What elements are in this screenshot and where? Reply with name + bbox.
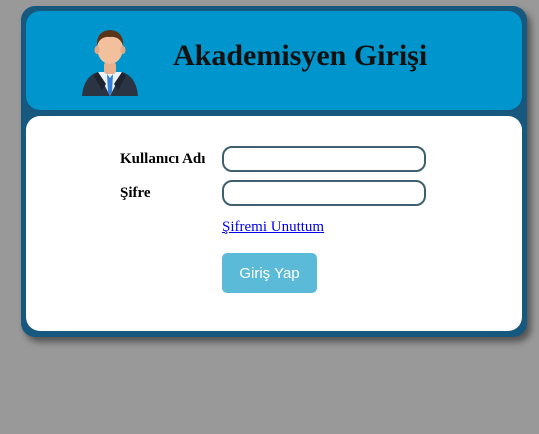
login-header: Akademisyen Girişi (26, 11, 522, 110)
password-input[interactable] (222, 180, 426, 206)
password-label: Şifre (120, 185, 151, 201)
username-label: Kullanıcı Adı (120, 151, 206, 167)
login-form: Kullanıcı Adı Şifre Şifremi Unuttum Giri… (26, 116, 522, 331)
forgot-password-link[interactable]: Şifremi Unuttum (222, 219, 324, 236)
login-panel: Akademisyen Girişi Kullanıcı Adı Şifre Ş… (21, 6, 527, 337)
login-button[interactable]: Giriş Yap (222, 253, 317, 293)
page-title: Akademisyen Girişi (173, 39, 428, 72)
username-input[interactable] (222, 146, 426, 172)
user-avatar-icon (82, 30, 138, 96)
